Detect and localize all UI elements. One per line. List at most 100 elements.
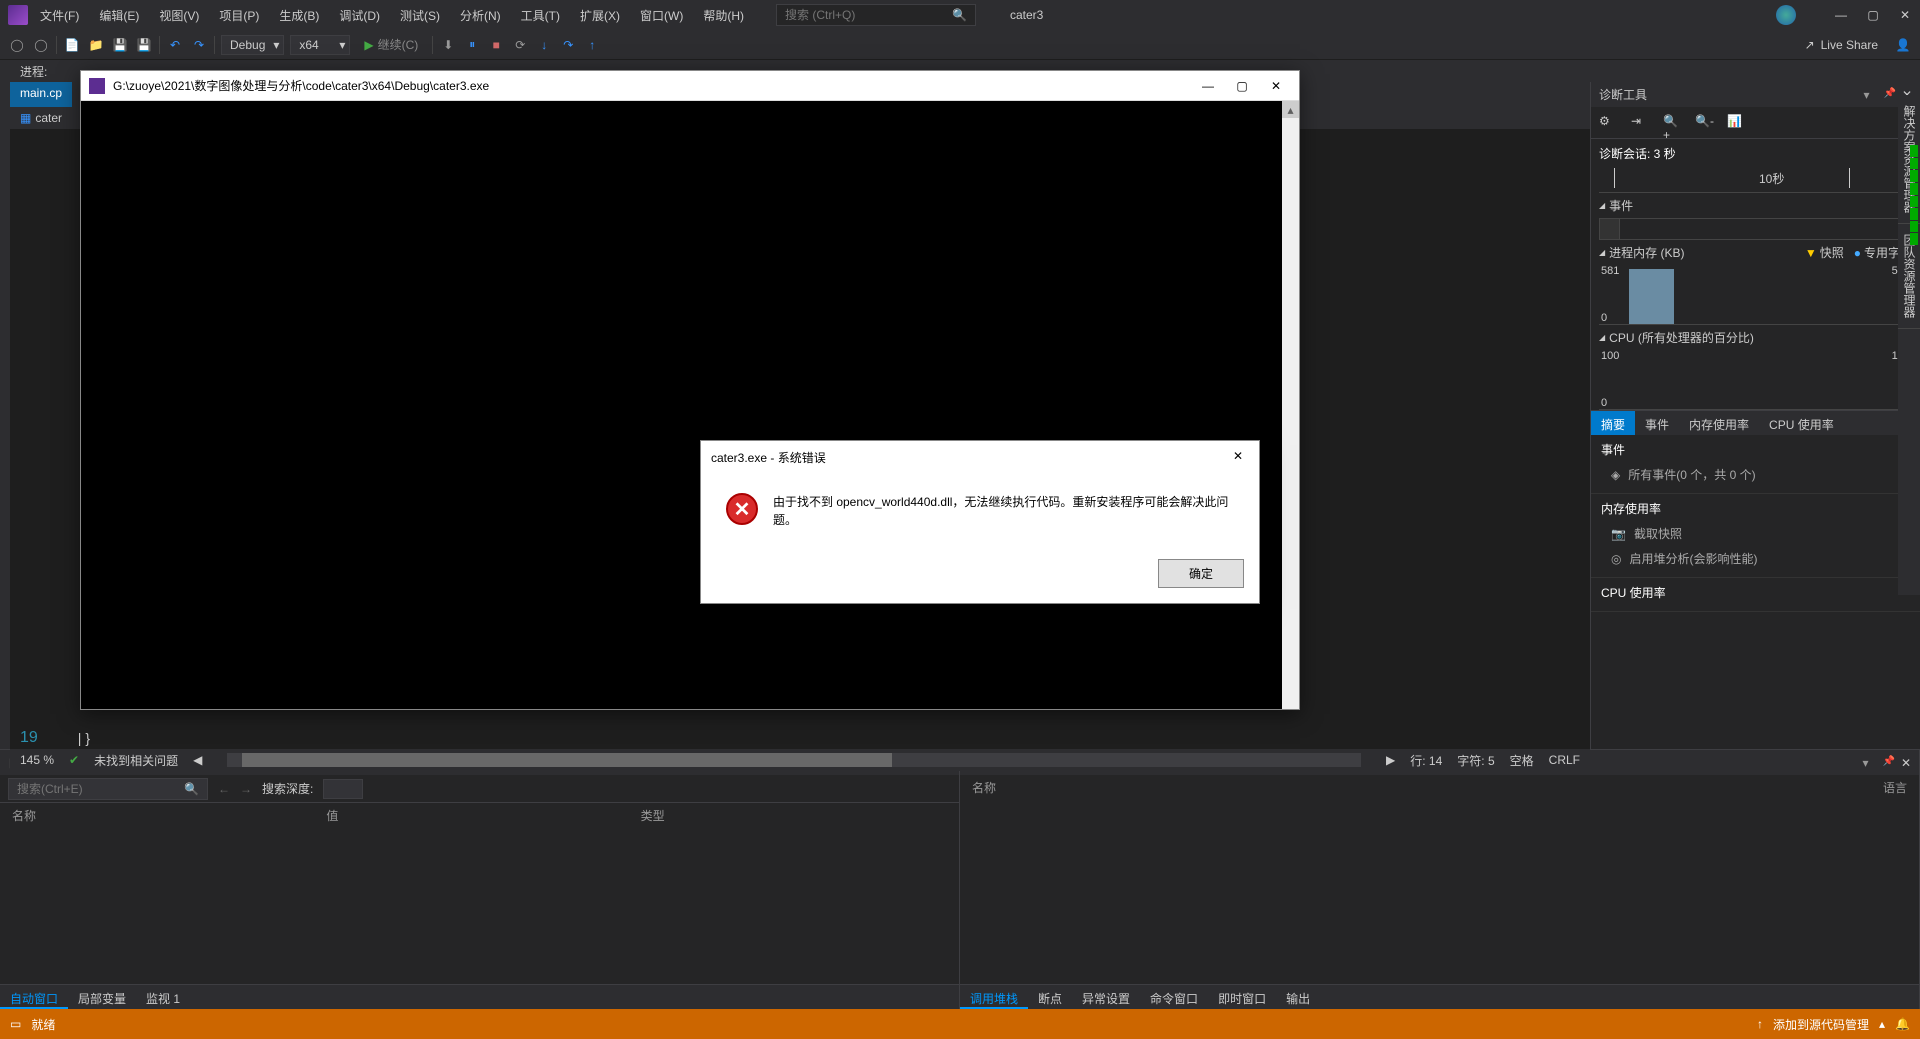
horizontal-scrollbar[interactable]: [227, 753, 1361, 767]
export-icon[interactable]: ⇥: [1631, 114, 1649, 132]
gear-icon[interactable]: ⚙: [1599, 114, 1617, 132]
diag-tab-events[interactable]: 事件: [1635, 411, 1679, 435]
console-scrollbar[interactable]: ▴: [1282, 101, 1299, 709]
platform-dropdown[interactable]: x64: [290, 35, 350, 55]
hscroll-right-icon[interactable]: ▶: [1386, 753, 1395, 767]
menu-help[interactable]: 帮助(H): [695, 3, 752, 28]
tab-cater[interactable]: ▦ cater: [10, 107, 72, 129]
config-dropdown[interactable]: Debug: [221, 35, 284, 55]
diagnostics-panel: 诊断工具 ▾ 📌 ✕ ⚙ ⇥ 🔍+ 🔍- 📊 诊断会话: 3 秒 10秒 事件 …: [1590, 82, 1920, 749]
tab-breakpoints[interactable]: 断点: [1028, 985, 1072, 1009]
chart-icon[interactable]: 📊: [1727, 114, 1745, 132]
diag-events-all[interactable]: ◈所有事件(0 个，共 0 个): [1601, 462, 1910, 487]
tab-auto-window[interactable]: 自动窗口: [0, 985, 68, 1009]
panel-close-icon[interactable]: ✕: [1901, 756, 1911, 770]
global-search[interactable]: 🔍: [776, 4, 976, 26]
console-close-button[interactable]: ✕: [1269, 79, 1283, 93]
search-icon: 🔍: [184, 782, 199, 796]
error-close-button[interactable]: ✕: [1233, 449, 1249, 465]
source-control-button[interactable]: 添加到源代码管理: [1773, 1016, 1869, 1033]
pin-icon[interactable]: 📌: [1882, 756, 1894, 770]
tab-cater-label: cater: [35, 111, 62, 125]
auto-search[interactable]: 🔍: [8, 778, 208, 800]
menu-build[interactable]: 生成(B): [271, 3, 327, 28]
console-maximize-button[interactable]: ▢: [1235, 79, 1249, 93]
diag-tab-memory[interactable]: 内存使用率: [1679, 411, 1759, 435]
new-icon[interactable]: 📄: [63, 36, 81, 54]
hscroll-left-icon[interactable]: ◀: [193, 753, 202, 767]
debug-restart-icon[interactable]: ⟳: [511, 36, 529, 54]
console-titlebar[interactable]: G:\zuoye\2021\数字图像处理与分析\code\cater3\x64\…: [81, 71, 1299, 101]
col-type: 类型: [637, 803, 951, 825]
diag-timeline[interactable]: 10秒: [1599, 168, 1912, 193]
close-button[interactable]: ✕: [1898, 8, 1912, 22]
menu-extensions[interactable]: 扩展(X): [572, 3, 628, 28]
menu-view[interactable]: 视图(V): [151, 3, 207, 28]
nav-fwd-icon[interactable]: →: [240, 782, 252, 796]
diag-tab-cpu[interactable]: CPU 使用率: [1759, 411, 1844, 435]
debug-stop-icon[interactable]: ■: [487, 36, 505, 54]
menu-tools[interactable]: 工具(T): [513, 3, 568, 28]
user-icon[interactable]: 👤: [1894, 36, 1912, 54]
error-titlebar[interactable]: cater3.exe - 系统错误 ✕: [701, 441, 1259, 473]
minimize-button[interactable]: —: [1834, 8, 1848, 22]
tab-callstack[interactable]: 调用堆栈: [960, 985, 1028, 1009]
error-ok-button[interactable]: 确定: [1158, 559, 1244, 588]
tab-watch1[interactable]: 监视 1: [136, 985, 190, 1009]
zoom-level[interactable]: 145 %: [20, 753, 54, 767]
open-icon[interactable]: 📁: [87, 36, 105, 54]
notifications-icon[interactable]: 🔔: [1895, 1017, 1910, 1031]
scroll-up-icon[interactable]: ▴: [1282, 101, 1299, 118]
chevron-up-icon[interactable]: ▴: [1879, 1017, 1885, 1031]
liveshare-button[interactable]: ↗ Live Share: [1795, 34, 1888, 56]
depth-input[interactable]: [323, 779, 363, 799]
cpu-section-header[interactable]: CPU (所有处理器的百分比): [1591, 325, 1920, 350]
tab-immediate[interactable]: 即时窗口: [1208, 985, 1276, 1009]
events-section-header[interactable]: 事件: [1591, 193, 1920, 218]
account-icon[interactable]: [1776, 5, 1796, 25]
auto-search-input[interactable]: [17, 782, 177, 796]
save-icon[interactable]: 💾: [111, 36, 129, 54]
nav-back-icon[interactable]: ◯: [8, 36, 26, 54]
console-body[interactable]: ▴: [81, 101, 1299, 709]
undo-icon[interactable]: ↶: [166, 36, 184, 54]
tab-output[interactable]: 输出: [1276, 985, 1320, 1009]
diag-tab-summary[interactable]: 摘要: [1591, 411, 1635, 435]
tab-command[interactable]: 命令窗口: [1140, 985, 1208, 1009]
diag-cpu-title: CPU 使用率: [1601, 584, 1910, 601]
dropdown-icon[interactable]: ▾: [1862, 756, 1876, 770]
tab-exceptions[interactable]: 异常设置: [1072, 985, 1140, 1009]
menu-analyze[interactable]: 分析(N): [452, 3, 509, 28]
global-search-input[interactable]: [785, 8, 945, 22]
save-all-icon[interactable]: 💾: [135, 36, 153, 54]
diag-heap-btn[interactable]: ◎启用堆分析(会影响性能): [1601, 546, 1910, 571]
redo-icon[interactable]: ↷: [190, 36, 208, 54]
menu-edit[interactable]: 编辑(E): [91, 3, 147, 28]
menu-file[interactable]: 文件(F): [32, 3, 87, 28]
debug-pause-icon[interactable]: ⏸: [463, 36, 481, 54]
step-into-icon[interactable]: ↓: [535, 36, 553, 54]
nav-fwd-icon[interactable]: ◯: [32, 36, 50, 54]
debug-tool-icon[interactable]: ⬇: [439, 36, 457, 54]
menu-test[interactable]: 测试(S): [392, 3, 448, 28]
menu-window[interactable]: 窗口(W): [632, 3, 691, 28]
menu-debug[interactable]: 调试(D): [331, 3, 388, 28]
console-minimize-button[interactable]: —: [1201, 79, 1215, 93]
memory-section-header[interactable]: 进程内存 (KB) ▼快照 ●专用字节: [1591, 240, 1920, 265]
tab-locals[interactable]: 局部变量: [68, 985, 136, 1009]
nav-back-icon[interactable]: ←: [218, 782, 230, 796]
dropdown-icon[interactable]: ▾: [1863, 88, 1877, 102]
maximize-button[interactable]: ▢: [1866, 8, 1880, 22]
menu-project[interactable]: 项目(P): [211, 3, 267, 28]
error-icon: ✕: [726, 493, 758, 525]
tab-main-cpp[interactable]: main.cp: [10, 82, 72, 107]
continue-button[interactable]: 继续(C): [356, 33, 426, 56]
step-out-icon[interactable]: ↑: [583, 36, 601, 54]
zoom-out-icon[interactable]: 🔍-: [1695, 114, 1713, 132]
pin-icon[interactable]: 📌: [1883, 88, 1895, 102]
vs-logo-icon: [8, 5, 28, 25]
zoom-in-icon[interactable]: 🔍+: [1663, 114, 1681, 132]
diag-snapshot-btn[interactable]: 📷截取快照: [1601, 521, 1910, 546]
step-over-icon[interactable]: ↷: [559, 36, 577, 54]
error-title: cater3.exe - 系统错误: [711, 449, 826, 466]
